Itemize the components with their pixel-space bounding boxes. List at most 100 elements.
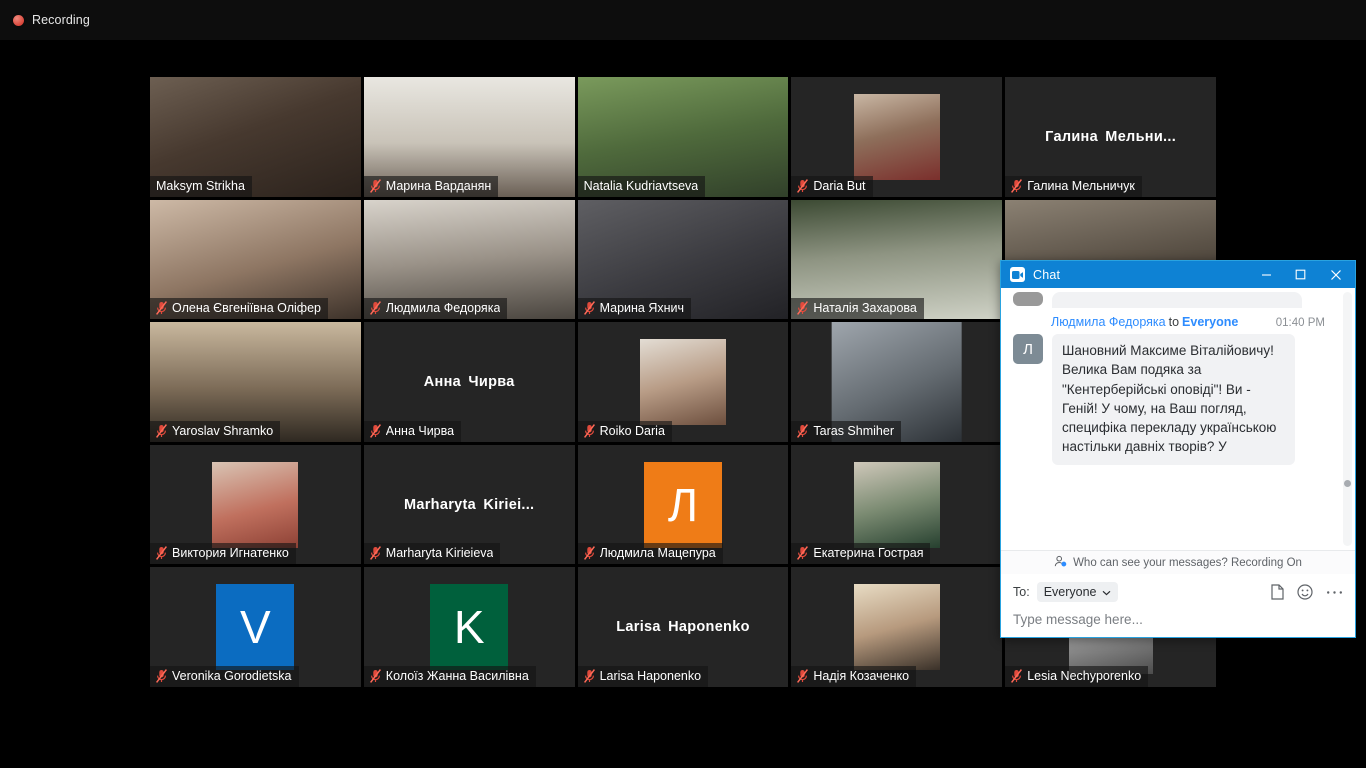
mic-muted-icon (369, 178, 381, 193)
participant-tile[interactable]: Natalia Kudriavtseva (577, 77, 789, 197)
chat-message: Л Шановний Максиме Віталійовичу! Велика … (1013, 334, 1343, 465)
message-sender[interactable]: Людмила Федоряка (1051, 315, 1166, 329)
participant-tile[interactable]: Галина Мельни... Галина Мельничук (1005, 77, 1216, 197)
participant-name-bar: Людмила Мацепура (577, 543, 723, 565)
participant-name-bar: Natalia Kudriavtseva (577, 175, 706, 197)
participant-tile[interactable]: Marharyta Kiriei... Marharyta Kirieieva (363, 444, 575, 565)
avatar (853, 584, 940, 671)
participant-tile[interactable]: Roiko Daria (577, 322, 789, 442)
previous-message-clipped (1013, 288, 1343, 308)
avatar (639, 338, 726, 425)
recording-label: Recording (32, 13, 90, 27)
mic-muted-icon (156, 423, 167, 438)
participant-tile[interactable]: Daria But (791, 77, 1003, 197)
participant-name-bar: Daria But (791, 175, 873, 197)
participant-name-bar: Марина Варданян (363, 175, 499, 197)
more-options-icon[interactable] (1326, 590, 1343, 595)
participant-tile[interactable]: Людмила Федоряка (363, 199, 575, 320)
participant-name-bar: Олена Євгеніївна Оліфер (150, 298, 328, 320)
avatar-initial: V (216, 584, 295, 671)
recording-indicator-dot (13, 14, 24, 26)
participant-tile[interactable]: Л Людмила Мацепура (577, 444, 789, 565)
participant-name: Наталія Захарова (813, 301, 917, 316)
participant-tile[interactable]: Марина Варданян (363, 77, 575, 197)
participant-name: Veronika Gorodietska (172, 668, 292, 683)
participant-tile[interactable]: V Veronika Gorodietska (150, 567, 361, 687)
mic-muted-icon (797, 546, 809, 561)
chevron-down-icon (1102, 585, 1111, 599)
participant-tile[interactable]: Larisa Haponenko Larisa Haponenko (577, 567, 789, 687)
chat-window[interactable]: Chat Людмила Федоряка to Everyone 01:40 … (1000, 260, 1356, 638)
participant-tile[interactable]: Taras Shmiher (791, 322, 1003, 442)
window-controls (1249, 261, 1355, 288)
privacy-notice-text: Who can see your messages? Recording On (1073, 556, 1302, 569)
mic-muted-icon (797, 423, 809, 438)
avatar (1013, 292, 1043, 306)
file-icon[interactable] (1270, 584, 1284, 600)
participant-name: Larisa Haponenko (599, 668, 702, 683)
participant-name: Колоїз Жанна Василівна (385, 668, 529, 683)
participant-name: Надія Козаченко (813, 668, 910, 683)
participant-name-bar: Maksym Strikha (150, 175, 252, 197)
participant-tile[interactable]: Анна Чирва Анна Чирва (363, 322, 575, 442)
participant-name-bar: Veronika Gorodietska (150, 665, 299, 687)
participant-tile[interactable]: Марина Яхнич (577, 199, 789, 320)
mic-muted-icon (156, 669, 167, 683)
chat-privacy-notice[interactable]: Who can see your messages? Recording On (1001, 550, 1355, 574)
participant-name: Marharyta Kirieieva (385, 546, 494, 561)
emoji-icon[interactable] (1297, 584, 1313, 600)
participant-name: Марина Яхнич (599, 301, 685, 316)
mic-muted-icon (797, 669, 809, 683)
participant-name-bar: Колоїз Жанна Василівна (363, 665, 536, 687)
mic-muted-icon (1011, 669, 1023, 683)
participant-name-bar: Галина Мельничук (1005, 175, 1142, 197)
participant-tile[interactable]: Наталія Захарова (791, 199, 1003, 320)
mic-muted-icon (156, 301, 167, 316)
chat-scrollbar[interactable] (1343, 292, 1352, 546)
to-label: To: (1013, 585, 1030, 599)
close-icon[interactable] (1317, 261, 1355, 288)
participant-name: Олена Євгеніївна Оліфер (172, 301, 321, 316)
chat-titlebar[interactable]: Chat (1001, 261, 1355, 288)
chat-message-list[interactable]: Людмила Федоряка to Everyone 01:40 PM Л … (1001, 288, 1355, 550)
participant-tile[interactable]: K Колоїз Жанна Василівна (363, 567, 575, 687)
participant-name-bar: Виктория Игнатенко (150, 543, 296, 565)
participant-name-bar: Roiko Daria (577, 420, 672, 442)
message-header: Людмила Федоряка to Everyone 01:40 PM (1013, 315, 1343, 329)
mic-muted-icon (369, 546, 381, 561)
participant-display-name: Larisa Haponenko (616, 619, 750, 636)
participant-name-bar: Yaroslav Shramko (150, 420, 281, 442)
avatar-initial: Л (643, 461, 722, 548)
participant-tile[interactable]: Олена Євгеніївна Оліфер (150, 199, 361, 320)
minimize-icon[interactable] (1249, 261, 1283, 288)
participant-name: Lesia Nechyporenko (1027, 668, 1142, 683)
avatar-initial: K (430, 584, 509, 671)
avatar: Л (1013, 334, 1043, 364)
mic-muted-icon (583, 423, 595, 438)
participant-name: Анна Чирва (385, 423, 455, 438)
participant-name: Людмила Федоряка (385, 301, 501, 316)
chat-compose-area[interactable]: To: Everyone Type message here... (1001, 574, 1355, 637)
participant-name: Марина Варданян (385, 178, 492, 193)
mic-muted-icon (797, 178, 809, 193)
participant-name: Людмила Мацепура (599, 546, 716, 561)
mic-muted-icon (583, 301, 595, 316)
participant-name: Roiko Daria (599, 423, 665, 438)
participant-name: Виктория Игнатенко (172, 546, 289, 561)
mic-muted-icon (583, 546, 595, 561)
message-timestamp: 01:40 PM (1275, 317, 1325, 329)
message-recipient: Everyone (1182, 315, 1239, 329)
participant-tile[interactable]: Виктория Игнатенко (150, 444, 361, 565)
participant-display-name: Галина Мельни... (1045, 128, 1177, 145)
scrollbar-thumb[interactable] (1344, 479, 1351, 487)
participant-tile[interactable]: Надія Козаченко (791, 567, 1003, 687)
participant-tile[interactable]: Maksym Strikha (150, 77, 361, 197)
message-input[interactable]: Type message here... (1013, 612, 1343, 627)
participant-name: Галина Мельничук (1027, 178, 1135, 193)
participant-tile[interactable]: Екатерина Гострая (791, 444, 1003, 565)
recipient-dropdown[interactable]: Everyone (1036, 582, 1118, 602)
participant-tile[interactable]: Yaroslav Shramko (150, 322, 361, 442)
message-to-label: to (1168, 315, 1180, 329)
mic-muted-icon (797, 301, 809, 316)
maximize-icon[interactable] (1283, 261, 1317, 288)
